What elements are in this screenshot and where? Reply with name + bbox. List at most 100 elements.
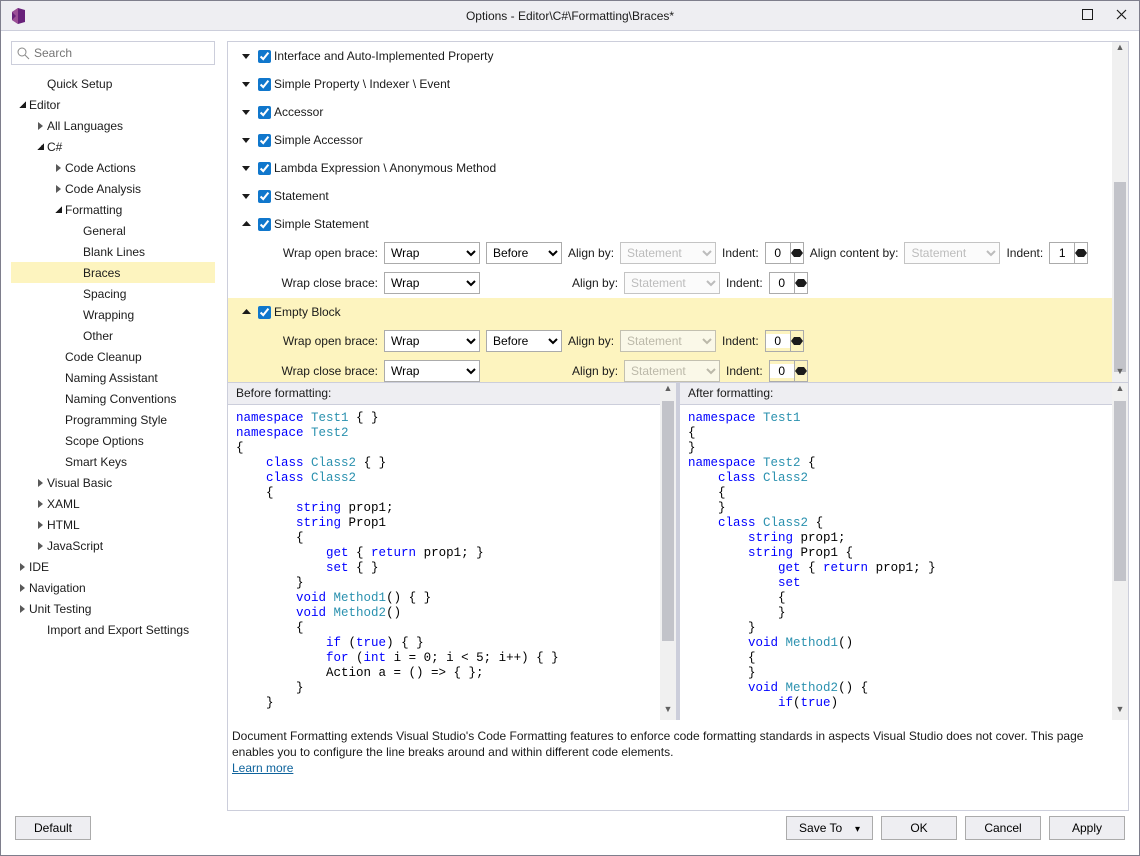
spin-up-icon[interactable] — [795, 273, 807, 283]
tree-item[interactable]: Wrapping — [11, 304, 215, 325]
indent-input[interactable] — [770, 276, 794, 290]
scroll-down-icon[interactable]: ▼ — [1112, 366, 1128, 382]
expand-icon[interactable] — [238, 82, 254, 87]
option-checkbox[interactable] — [258, 162, 271, 175]
scroll-up-icon[interactable]: ▲ — [660, 383, 676, 399]
tree-item[interactable]: Programming Style — [11, 409, 215, 430]
indent-input[interactable] — [766, 246, 790, 260]
apply-button[interactable]: Apply — [1049, 816, 1125, 840]
combo[interactable]: Statement — [904, 242, 1000, 264]
default-button[interactable]: Default — [15, 816, 91, 840]
scrollbar-thumb[interactable] — [662, 401, 674, 641]
spin-down-icon[interactable] — [791, 253, 803, 263]
expand-icon[interactable] — [238, 54, 254, 59]
option-checkbox[interactable] — [258, 78, 271, 91]
search-box[interactable] — [11, 41, 215, 65]
option-checkbox[interactable] — [258, 106, 271, 119]
tree-item[interactable]: JavaScript — [11, 535, 215, 556]
spin-down-icon[interactable] — [795, 283, 807, 293]
spin-up-icon[interactable] — [1075, 243, 1087, 253]
spin-up-icon[interactable] — [791, 243, 803, 253]
option-checkbox[interactable] — [258, 134, 271, 147]
combo[interactable]: Statement — [624, 272, 720, 294]
tree-item[interactable]: Naming Assistant — [11, 367, 215, 388]
tree-item[interactable]: Import and Export Settings — [11, 619, 215, 640]
scroll-down-icon[interactable]: ▼ — [660, 704, 676, 720]
tree-item[interactable]: C# — [11, 136, 215, 157]
option-row[interactable]: Lambda Expression \ Anonymous Method — [228, 154, 1128, 182]
option-checkbox[interactable] — [258, 218, 271, 231]
spin-up-icon[interactable] — [795, 361, 807, 371]
combo[interactable]: Statement — [620, 242, 716, 264]
scrollbar-thumb[interactable] — [1114, 182, 1126, 372]
close-icon[interactable] — [1111, 9, 1131, 23]
spin-down-icon[interactable] — [795, 371, 807, 381]
tree-item[interactable]: Braces — [11, 262, 215, 283]
option-row[interactable]: Simple Property \ Indexer \ Event — [228, 70, 1128, 98]
indent-spinner[interactable] — [765, 330, 804, 352]
option-row[interactable]: Interface and Auto-Implemented Property — [228, 42, 1128, 70]
scrollbar-thumb[interactable] — [1114, 401, 1126, 581]
tree-item[interactable]: Visual Basic — [11, 472, 215, 493]
indent-input[interactable] — [770, 364, 794, 378]
indent-spinner[interactable] — [765, 242, 804, 264]
tree-item[interactable]: Editor — [11, 94, 215, 115]
tree-item[interactable]: Navigation — [11, 577, 215, 598]
option-row[interactable]: Empty Block — [228, 298, 1128, 326]
tree-item[interactable]: IDE — [11, 556, 215, 577]
spin-down-icon[interactable] — [791, 341, 803, 351]
option-row[interactable]: Simple Accessor — [228, 126, 1128, 154]
nav-tree[interactable]: Quick SetupEditorAll LanguagesC#Code Act… — [11, 73, 215, 811]
indent-input[interactable] — [1050, 246, 1074, 260]
collapse-icon[interactable] — [238, 309, 254, 315]
tree-item[interactable]: Code Actions — [11, 157, 215, 178]
tree-item[interactable]: General — [11, 220, 215, 241]
indent-spinner[interactable] — [769, 360, 808, 382]
tree-item[interactable]: Unit Testing — [11, 598, 215, 619]
option-checkbox[interactable] — [258, 306, 271, 319]
tree-item[interactable]: Other — [11, 325, 215, 346]
tree-item[interactable]: Blank Lines — [11, 241, 215, 262]
before-scrollbar[interactable]: ▲ ▼ — [660, 383, 676, 720]
combo[interactable]: Wrap — [384, 272, 480, 294]
learn-more-link[interactable]: Learn more — [232, 761, 293, 775]
combo[interactable]: Statement — [620, 330, 716, 352]
option-row[interactable]: Accessor — [228, 98, 1128, 126]
tree-item[interactable]: Spacing — [11, 283, 215, 304]
expand-icon[interactable] — [238, 110, 254, 115]
saveto-button[interactable]: Save To — [786, 816, 873, 840]
tree-item[interactable]: Naming Conventions — [11, 388, 215, 409]
combo[interactable]: Wrap — [384, 360, 480, 382]
combo[interactable]: Before — [486, 242, 562, 264]
cancel-button[interactable]: Cancel — [965, 816, 1041, 840]
indent-input[interactable] — [766, 334, 790, 348]
spin-down-icon[interactable] — [1075, 253, 1087, 263]
indent-spinner[interactable] — [1049, 242, 1088, 264]
after-scrollbar[interactable]: ▲ ▼ — [1112, 383, 1128, 720]
combo[interactable]: Wrap — [384, 242, 480, 264]
tree-item[interactable]: Code Cleanup — [11, 346, 215, 367]
tree-item[interactable]: Scope Options — [11, 430, 215, 451]
tree-item[interactable]: XAML — [11, 493, 215, 514]
options-list[interactable]: Interface and Auto-Implemented PropertyS… — [228, 42, 1128, 382]
tree-item[interactable]: Code Analysis — [11, 178, 215, 199]
options-scrollbar[interactable]: ▲ ▼ — [1112, 42, 1128, 382]
scroll-down-icon[interactable]: ▼ — [1112, 704, 1128, 720]
tree-item[interactable]: All Languages — [11, 115, 215, 136]
collapse-icon[interactable] — [238, 221, 254, 227]
search-input[interactable] — [30, 44, 210, 62]
scroll-up-icon[interactable]: ▲ — [1112, 42, 1128, 58]
indent-spinner[interactable] — [769, 272, 808, 294]
expand-icon[interactable] — [238, 138, 254, 143]
scroll-up-icon[interactable]: ▲ — [1112, 383, 1128, 399]
tree-item[interactable]: Smart Keys — [11, 451, 215, 472]
expand-icon[interactable] — [238, 166, 254, 171]
option-row[interactable]: Simple Statement — [228, 210, 1128, 238]
ok-button[interactable]: OK — [881, 816, 957, 840]
tree-item[interactable]: Quick Setup — [11, 73, 215, 94]
tree-item[interactable]: HTML — [11, 514, 215, 535]
expand-icon[interactable] — [238, 194, 254, 199]
option-checkbox[interactable] — [258, 190, 271, 203]
option-checkbox[interactable] — [258, 50, 271, 63]
combo[interactable]: Before — [486, 330, 562, 352]
